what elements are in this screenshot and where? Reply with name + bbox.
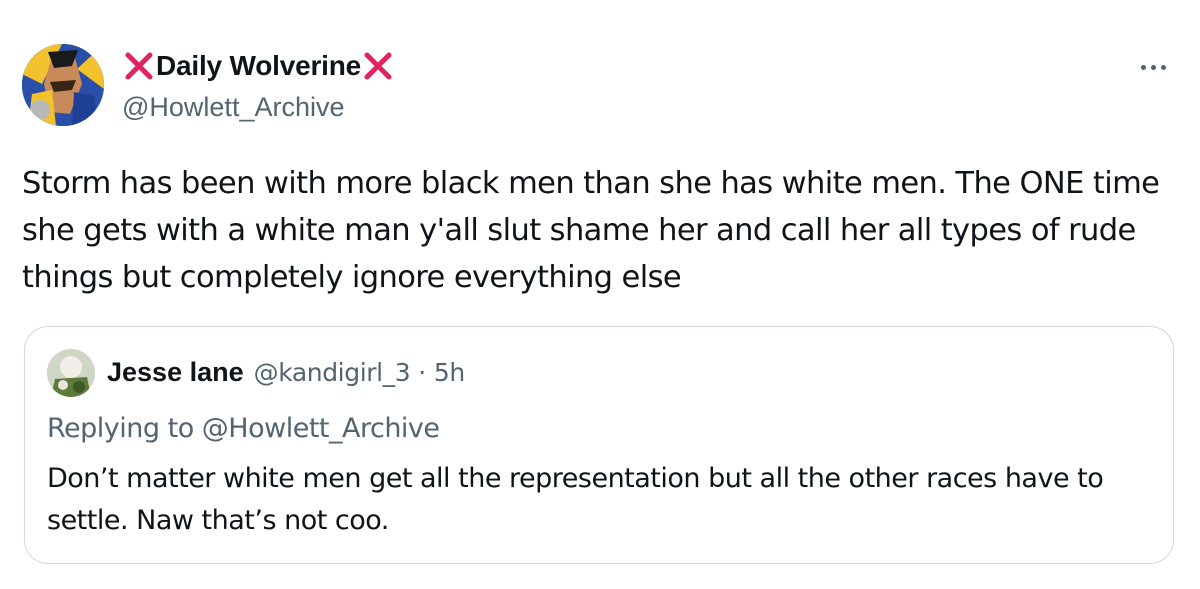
tweet: Daily Wolverine @Howlett_Archive Storm h…: [0, 0, 1200, 589]
quoted-tweet-card[interactable]: Jesse lane @kandigirl_3 · 5h Replying to…: [24, 326, 1174, 564]
more-horizontal-icon-dot: [1160, 64, 1166, 70]
quoted-tweet-text: Don’t matter white men get all the repre…: [47, 463, 1104, 536]
display-name-row[interactable]: Daily Wolverine: [122, 46, 395, 86]
separator-dot: ·: [418, 358, 426, 387]
red-x-mark-icon: [125, 52, 153, 80]
more-horizontal-icon: [1140, 64, 1146, 70]
quoted-author-handle[interactable]: @kandigirl_3: [254, 358, 411, 387]
quoted-author-name[interactable]: Jesse lane: [107, 357, 244, 388]
author-avatar[interactable]: [22, 44, 104, 126]
author-display-name[interactable]: Daily Wolverine: [156, 50, 361, 82]
author-handle[interactable]: @Howlett_Archive: [122, 92, 395, 123]
red-x-mark-icon: [364, 52, 392, 80]
tweet-text: Storm has been with more black men than …: [22, 166, 1160, 295]
more-options-button[interactable]: [1128, 52, 1178, 82]
replying-to-label: Replying to @Howlett_Archive: [47, 413, 440, 444]
quoted-tweet-timestamp[interactable]: 5h: [434, 358, 465, 387]
more-horizontal-icon-dot: [1150, 64, 1156, 70]
quoted-tweet-header: Jesse lane @kandigirl_3 · 5h: [107, 357, 465, 388]
author-header: Daily Wolverine @Howlett_Archive: [122, 46, 395, 123]
quoted-author-avatar[interactable]: [47, 349, 95, 397]
